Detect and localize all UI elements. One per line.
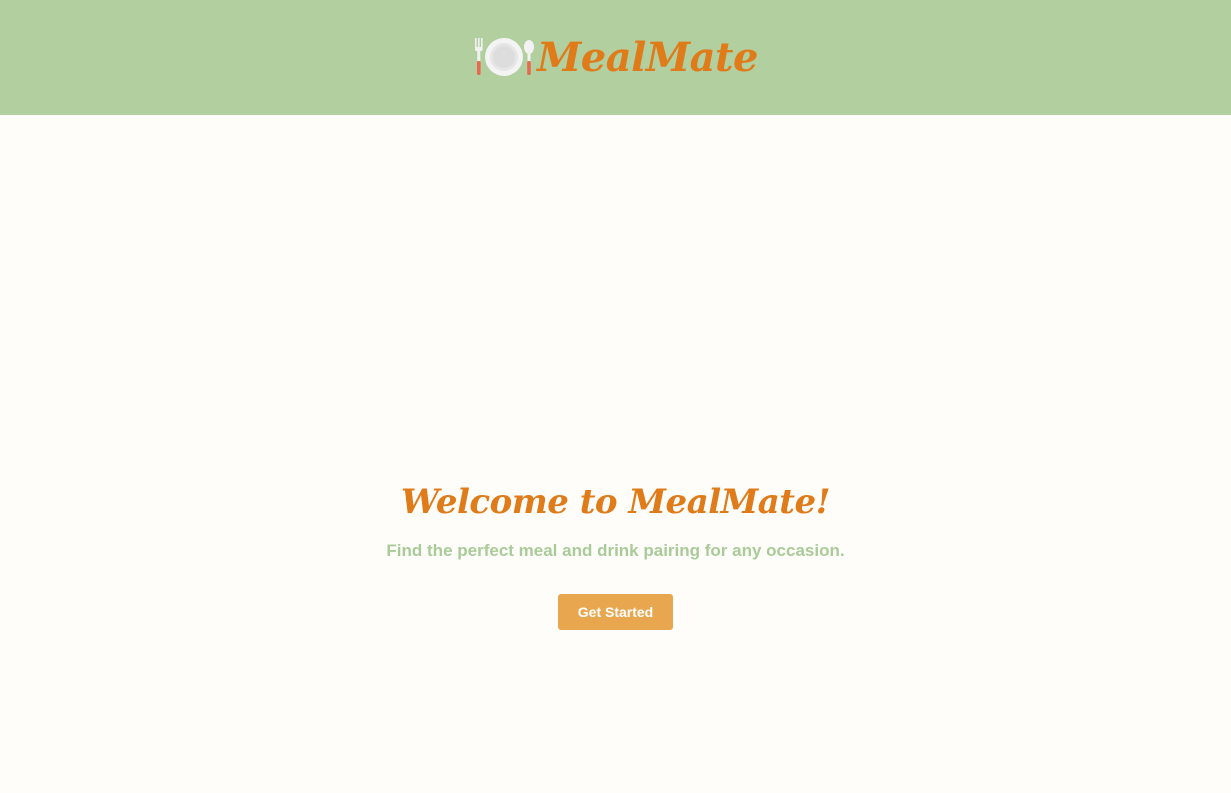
hero-title: Welcome to MealMate! bbox=[400, 482, 831, 522]
hero-section: Welcome to MealMate! Find the perfect me… bbox=[0, 480, 1231, 630]
brand-name: MealMate bbox=[537, 33, 758, 81]
site-header: MealMate bbox=[0, 0, 1231, 115]
plate-fork-spoon-icon bbox=[475, 37, 535, 76]
logo[interactable]: MealMate bbox=[473, 28, 758, 88]
get-started-button[interactable]: Get Started bbox=[558, 594, 673, 630]
hero-subtitle: Find the perfect meal and drink pairing … bbox=[386, 541, 845, 560]
